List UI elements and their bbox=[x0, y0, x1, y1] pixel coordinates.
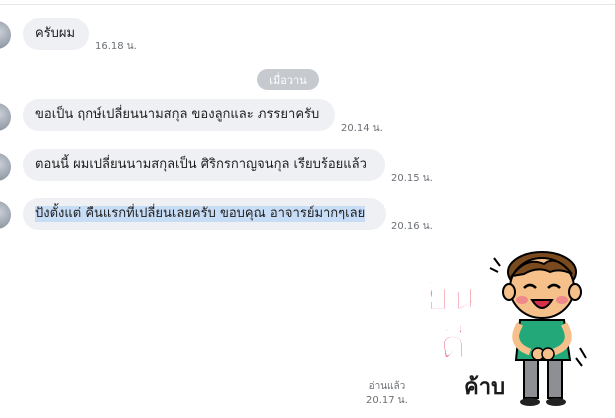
message-time: 20.16 น. bbox=[391, 221, 433, 232]
sticker-text-1: ยิน bbox=[426, 274, 477, 320]
date-separator: เมื่อวาน bbox=[257, 69, 319, 90]
read-status: อ่านแล้ว 20.17 น. bbox=[366, 380, 408, 408]
read-label: อ่านแล้ว bbox=[368, 381, 406, 392]
read-time: 20.17 น. bbox=[366, 395, 408, 406]
yin-dee-kha-sticker-icon[interactable]: ยิน ดี ค้าบ bbox=[420, 248, 590, 408]
message-bubble[interactable]: ครับผม bbox=[23, 18, 89, 50]
top-divider bbox=[0, 4, 615, 5]
sticker-text-2: ดี bbox=[440, 322, 466, 368]
sticker-text-3: ค้าบ bbox=[464, 375, 505, 400]
message-time: 20.15 น. bbox=[391, 173, 433, 184]
message-text: ครับผม bbox=[35, 26, 76, 41]
message-text-selected: ปังตั้งแต่ คืนแรกที่เปลี่ยนเลยครับ ขอบคุ… bbox=[35, 206, 366, 222]
message-time: 16.18 น. bbox=[95, 41, 137, 52]
message-bubble[interactable]: ปังตั้งแต่ คืนแรกที่เปลี่ยนเลยครับ ขอบคุ… bbox=[23, 198, 386, 230]
message-time: 20.14 น. bbox=[341, 123, 383, 134]
message-text: ขอเป็น ฤกษ์เปลี่ยนนามสกุล ของลูกและ ภรรย… bbox=[35, 107, 320, 122]
avatar[interactable] bbox=[0, 153, 11, 181]
message-bubble[interactable]: ขอเป็น ฤกษ์เปลี่ยนนามสกุล ของลูกและ ภรรย… bbox=[23, 99, 335, 131]
avatar[interactable] bbox=[0, 21, 11, 49]
avatar[interactable] bbox=[0, 103, 11, 131]
avatar[interactable] bbox=[0, 201, 11, 229]
message-bubble[interactable]: ตอนนี้ ผมเปลี่ยนนามสกุลเป็น ศิริกรกาญจนก… bbox=[23, 149, 385, 181]
message-text: ตอนนี้ ผมเปลี่ยนนามสกุลเป็น ศิริกรกาญจนก… bbox=[35, 157, 367, 172]
